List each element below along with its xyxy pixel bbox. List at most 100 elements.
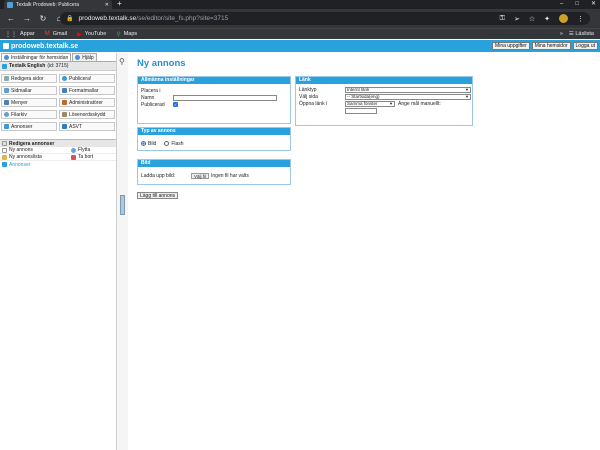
- reading-list-button[interactable]: ☰ Läslista: [569, 31, 594, 37]
- sidebar-item-publish[interactable]: Publicera!: [59, 74, 115, 83]
- linktype-label: Länktyp: [299, 86, 317, 93]
- more-bookmarks-icon[interactable]: »: [560, 31, 563, 37]
- sidebar-item-ads[interactable]: Annonser: [1, 122, 57, 131]
- name-input[interactable]: [173, 94, 277, 101]
- brand-logo: prodoweb.textalk.se: [0, 43, 78, 50]
- file-archive-icon: [4, 112, 9, 117]
- upload-label: Ladda upp bild:: [141, 172, 176, 179]
- search-icon[interactable]: ⚲: [119, 57, 125, 66]
- browser-menu-icon[interactable]: ⋮: [577, 15, 584, 23]
- edit-pages-icon: [4, 76, 9, 81]
- new-ad-list-button[interactable]: Ny annonslista: [0, 154, 71, 160]
- ad-type-options: Bild Flash: [138, 140, 290, 147]
- bookmark-youtube[interactable]: ▶ YouTube: [77, 31, 106, 38]
- add-ad-button[interactable]: Lägg till annons: [137, 192, 179, 199]
- upload-row: Ladda upp bild: Välj fil Ingen fil har v…: [138, 172, 290, 179]
- open-row: Öppna länk i Samma fönster ▼ Ange mål man…: [296, 100, 472, 107]
- page-row: Välj sida -- Startsida(eng) ▼: [296, 93, 472, 100]
- flash-radio[interactable]: [164, 141, 170, 146]
- reload-icon[interactable]: ↻: [38, 14, 48, 23]
- share-icon[interactable]: ➢: [514, 15, 520, 23]
- no-file-label: Ingen fil har valts: [211, 172, 249, 179]
- page-select[interactable]: -- Startsida(eng) ▼: [345, 93, 471, 100]
- back-icon[interactable]: ←: [6, 14, 16, 23]
- bookmark-maps[interactable]: ⚲ Maps: [116, 31, 137, 38]
- manual-target-row: [296, 107, 472, 114]
- open-select[interactable]: Samma fönster ▼: [345, 100, 395, 107]
- linktype-row: Länktyp Internt länk ▼: [296, 86, 472, 93]
- profile-avatar[interactable]: [559, 14, 568, 23]
- tab-site-settings[interactable]: Inställningar för hemsidan: [1, 53, 72, 61]
- tab-title: Textalk Prodoweb: Publicera: [16, 1, 80, 8]
- sidebar-item-page-templates[interactable]: Sidmallar: [1, 86, 57, 95]
- brand-mark-icon: [3, 43, 9, 49]
- window-close-icon[interactable]: ✕: [591, 0, 596, 9]
- minimize-icon[interactable]: –: [560, 0, 563, 9]
- bookmark-appar[interactable]: ⋮⋮ Appar: [5, 31, 35, 38]
- menus-icon: [4, 100, 9, 105]
- extension-icon[interactable]: ✦: [544, 15, 550, 23]
- place-row: Placera i: [138, 87, 290, 94]
- published-checkbox[interactable]: ✓: [173, 102, 178, 107]
- general-settings-header: Allmänna inställningar: [138, 77, 290, 84]
- move-button[interactable]: Flytta: [71, 147, 116, 153]
- sidebar-item-asvt[interactable]: ASVT: [59, 122, 115, 131]
- url-host: prodoweb.textalk.se: [78, 15, 137, 22]
- gmail-icon: M: [44, 31, 50, 37]
- key-icon[interactable]: ⚿: [500, 15, 505, 23]
- ads-action-row: Ny annonslista Ta bort: [0, 154, 116, 161]
- help-icon: [75, 55, 81, 60]
- my-details-button[interactable]: Mina uppgifter: [492, 42, 530, 50]
- general-settings-panel: Allmänna inställningar Placera i Namn Pu…: [137, 76, 291, 124]
- sidebar-item-file-archive[interactable]: Filarkiv: [1, 110, 57, 119]
- sidebar-collapse-handle[interactable]: [120, 195, 125, 215]
- bookmark-gmail[interactable]: M Gmail: [45, 31, 67, 37]
- administrators-icon: [62, 100, 67, 105]
- sidebar-item-administrators[interactable]: Administratörer: [59, 98, 115, 107]
- image-header: Bild: [138, 160, 290, 167]
- place-label: Placera i: [141, 87, 161, 94]
- ads-folder-icon: [2, 162, 7, 167]
- published-row: Publicerad ✓: [138, 101, 290, 108]
- ads-tree-item[interactable]: Annonser: [0, 161, 116, 168]
- logout-button[interactable]: Logga ut: [572, 42, 598, 50]
- delete-button[interactable]: Ta bort: [71, 154, 116, 160]
- site-favicon-icon: [7, 1, 13, 8]
- site-header: Textalk English (id: 3715): [0, 62, 116, 71]
- image-radio[interactable]: [141, 141, 146, 146]
- tab-help[interactable]: Hjälp: [72, 53, 97, 61]
- sidebar-item-password-protection[interactable]: Lösenordsskydd: [59, 110, 115, 119]
- choose-file-button[interactable]: Välj fil: [191, 172, 210, 179]
- bookmark-star-icon[interactable]: ☆: [529, 15, 535, 23]
- address-bar[interactable]: 🔒 prodoweb.textalk.se /se/editor/site_fs…: [60, 12, 590, 25]
- new-tab-button[interactable]: +: [117, 0, 122, 8]
- move-arrow-icon: [71, 147, 76, 153]
- maximize-icon[interactable]: □: [575, 0, 579, 9]
- new-ad-button[interactable]: Ny annons: [0, 147, 71, 153]
- apps-icon: ⋮⋮: [5, 31, 17, 38]
- browser-tab[interactable]: Textalk Prodoweb: Publicera ✕: [4, 0, 112, 9]
- image-panel: Bild Ladda upp bild: Välj fil Ingen fil …: [137, 159, 291, 185]
- sidebar-resize-strip: [117, 53, 128, 450]
- linktype-select[interactable]: Internt länk ▼: [345, 86, 471, 93]
- youtube-icon: ▶: [77, 31, 82, 38]
- my-sites-button[interactable]: Mina hemsidor: [531, 42, 571, 50]
- open-label: Öppna länk i: [299, 100, 328, 107]
- tab-close-icon[interactable]: ✕: [105, 2, 109, 8]
- chevron-down-icon: ▼: [465, 94, 469, 99]
- ad-type-panel: Typ av annons Bild Flash: [137, 127, 291, 151]
- manual-target-input[interactable]: [345, 107, 377, 114]
- page-label: Välj sida: [299, 93, 318, 100]
- folder-icon: [2, 154, 7, 160]
- ads-action-row: Ny annons Flytta: [0, 147, 116, 154]
- link-panel: Länk Länktyp Internt länk ▼ Välj sida -- …: [295, 76, 473, 126]
- settings-icon: [4, 55, 9, 60]
- flash-radio-label: Flash: [171, 140, 184, 147]
- sidebar-item-format-templates[interactable]: Formatmallar: [59, 86, 115, 95]
- sidebar-item-menus[interactable]: Menyer: [1, 98, 57, 107]
- asvt-icon: [62, 124, 67, 129]
- new-ad-icon: [2, 147, 7, 153]
- maps-icon: ⚲: [116, 31, 121, 38]
- forward-icon[interactable]: →: [22, 14, 32, 23]
- sidebar-item-edit-pages[interactable]: Redigera sidor: [1, 74, 57, 83]
